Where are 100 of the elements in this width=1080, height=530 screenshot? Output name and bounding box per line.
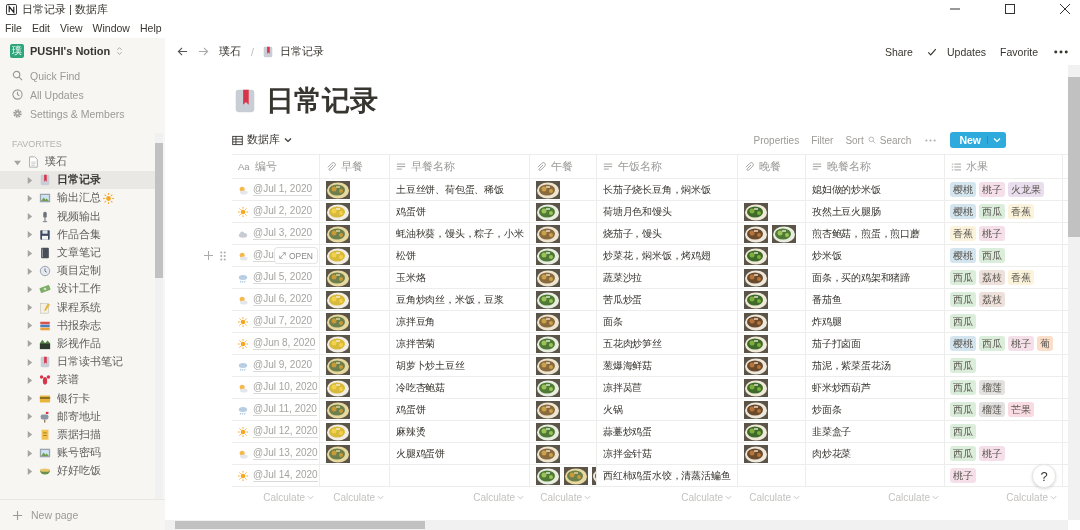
menu-item[interactable]: File <box>5 22 22 34</box>
scrollbar[interactable] <box>155 133 163 499</box>
sidebar-item[interactable]: 课程系统 <box>0 298 155 317</box>
toolbar-button[interactable]: Properties <box>753 134 800 146</box>
toolbar-button[interactable]: Search <box>879 134 912 146</box>
forward-arrow-icon[interactable] <box>198 46 209 57</box>
date-mention[interactable]: @Jul 7, 2020 <box>253 315 313 328</box>
column-header[interactable]: 编号 <box>254 159 277 174</box>
help-button[interactable]: ? <box>1032 464 1056 488</box>
date-mention[interactable]: @Jul 14, 2020 <box>253 469 318 482</box>
column-header[interactable]: 晚餐名称 <box>827 159 871 174</box>
sidebar-item[interactable]: 邮寄地址 <box>0 407 155 426</box>
horizontal-scrollbar[interactable] <box>165 520 1068 530</box>
sidebar-item[interactable]: 输出汇总 <box>0 189 155 208</box>
sidebar-item[interactable]: 项目定制 <box>0 262 155 281</box>
date-mention[interactable]: @Jul 9, 2020 <box>253 359 313 372</box>
caret-icon[interactable] <box>26 413 33 421</box>
caret-icon[interactable] <box>26 449 33 457</box>
caret-icon[interactable] <box>26 322 33 330</box>
caret-icon[interactable] <box>26 340 33 348</box>
drag-handle-icon[interactable] <box>220 251 226 261</box>
caret-icon[interactable] <box>26 194 33 202</box>
sidebar-item[interactable]: 璞石 <box>0 153 155 172</box>
calculate-menu[interactable]: Calculate <box>749 491 800 503</box>
caret-icon[interactable] <box>26 395 33 403</box>
caret-icon[interactable] <box>26 231 33 239</box>
sidebar-item[interactable]: 日常读书笔记 <box>0 353 155 372</box>
chevron-updown-icon[interactable] <box>116 46 124 56</box>
caret-icon[interactable] <box>26 267 33 275</box>
column-header[interactable]: 早餐名称 <box>411 159 455 174</box>
plus-icon[interactable] <box>204 251 213 260</box>
date-mention[interactable]: @Jul 12, 2020 <box>253 425 318 438</box>
sidebar-action[interactable]: All Updates <box>30 88 84 101</box>
breadcrumb-link[interactable]: 日常记录 <box>279 44 324 59</box>
calculate-menu[interactable]: Calculate <box>681 491 732 503</box>
column-header[interactable]: 晚餐 <box>759 159 781 174</box>
sidebar-action[interactable]: Settings & Members <box>30 107 125 120</box>
caret-icon[interactable] <box>14 158 21 166</box>
sidebar-item[interactable]: 作品合集 <box>0 225 155 244</box>
scrollbar[interactable] <box>1068 65 1080 520</box>
topbar-action[interactable]: Favorite <box>1000 45 1038 58</box>
calculate-menu[interactable]: Calculate <box>888 491 939 503</box>
sidebar-action[interactable]: Quick Find <box>30 69 81 82</box>
caret-icon[interactable] <box>26 467 33 475</box>
chevron-down-icon[interactable] <box>284 136 292 144</box>
calculate-menu[interactable]: Calculate <box>540 491 591 503</box>
date-mention[interactable]: @Jun 8, 2020 <box>253 337 316 350</box>
date-mention[interactable]: @Jul 1, 2020 <box>253 183 313 196</box>
caret-icon[interactable] <box>26 358 33 366</box>
more-icon[interactable] <box>1054 49 1068 54</box>
date-mention[interactable]: @Jul 11, 2020 <box>253 403 317 416</box>
toolbar-button[interactable]: Sort <box>845 134 864 146</box>
back-arrow-icon[interactable] <box>177 46 188 57</box>
date-mention[interactable]: @Jul 5, 2020 <box>253 271 313 284</box>
caret-icon[interactable] <box>26 213 33 221</box>
caret-icon[interactable] <box>26 249 33 257</box>
sidebar-item[interactable]: 影视作品 <box>0 334 155 354</box>
sidebar-item[interactable]: 银行卡 <box>0 389 155 408</box>
view-selector[interactable]: 数据库 <box>247 133 280 147</box>
date-mention[interactable]: @Jul 10, 2020 <box>253 381 318 394</box>
caret-icon[interactable] <box>26 431 33 439</box>
menu-item[interactable]: Help <box>139 22 162 34</box>
sidebar-item[interactable]: 设计工作 <box>0 280 155 299</box>
sidebar-item[interactable]: 菜谱 <box>0 371 155 390</box>
open-button[interactable]: OPEN <box>274 248 317 263</box>
column-header[interactable]: 水果 <box>966 159 988 174</box>
sidebar-item[interactable]: 票据扫描 <box>0 425 155 444</box>
sidebar-item[interactable]: 好好吃饭 <box>0 462 155 481</box>
date-mention[interactable]: @Jul 6, 2020 <box>253 293 313 306</box>
date-mention[interactable]: @Jul 13, 2020 <box>253 447 318 460</box>
topbar-action[interactable]: Updates <box>946 45 987 58</box>
workspace-name[interactable]: PUSHI's Notion <box>30 45 111 57</box>
caret-icon[interactable] <box>26 176 33 184</box>
column-header[interactable]: 早餐 <box>341 159 363 174</box>
sidebar-item[interactable]: 账号密码 <box>0 444 155 463</box>
calculate-menu[interactable]: Calculate <box>333 491 384 503</box>
column-header[interactable]: 午饭名称 <box>618 159 662 174</box>
menu-item[interactable]: View <box>60 22 83 34</box>
sidebar-item[interactable]: 书报杂志 <box>0 316 155 335</box>
new-page-link[interactable]: New page <box>31 509 79 521</box>
sidebar-item[interactable]: 视频输出 <box>0 207 155 226</box>
breadcrumb-link[interactable]: 璞石 <box>219 44 241 59</box>
toolbar-button[interactable]: Filter <box>811 134 834 146</box>
date-mention[interactable]: @Jul 3, 2020 <box>253 227 313 240</box>
date-mention[interactable]: @Jul 2, 2020 <box>253 205 313 218</box>
sidebar-item[interactable]: 日常记录 <box>0 171 155 190</box>
sidebar-item[interactable]: 文章笔记 <box>0 243 155 263</box>
caret-icon[interactable] <box>26 304 33 312</box>
column-header[interactable]: 午餐 <box>551 159 573 174</box>
caret-icon[interactable] <box>26 376 33 384</box>
maximize-icon[interactable] <box>1005 4 1015 14</box>
calculate-menu[interactable]: Calculate <box>263 491 314 503</box>
date-mention[interactable]: @Ju <box>253 249 274 262</box>
menu-item[interactable]: Edit <box>31 22 50 34</box>
topbar-action[interactable]: Share <box>884 45 913 58</box>
calculate-menu[interactable]: Calculate <box>473 491 524 503</box>
menu-item[interactable]: Window <box>92 22 130 34</box>
close-icon[interactable] <box>1060 4 1070 14</box>
calculate-menu[interactable]: Calculate <box>1006 491 1057 503</box>
caret-icon[interactable] <box>26 285 33 293</box>
